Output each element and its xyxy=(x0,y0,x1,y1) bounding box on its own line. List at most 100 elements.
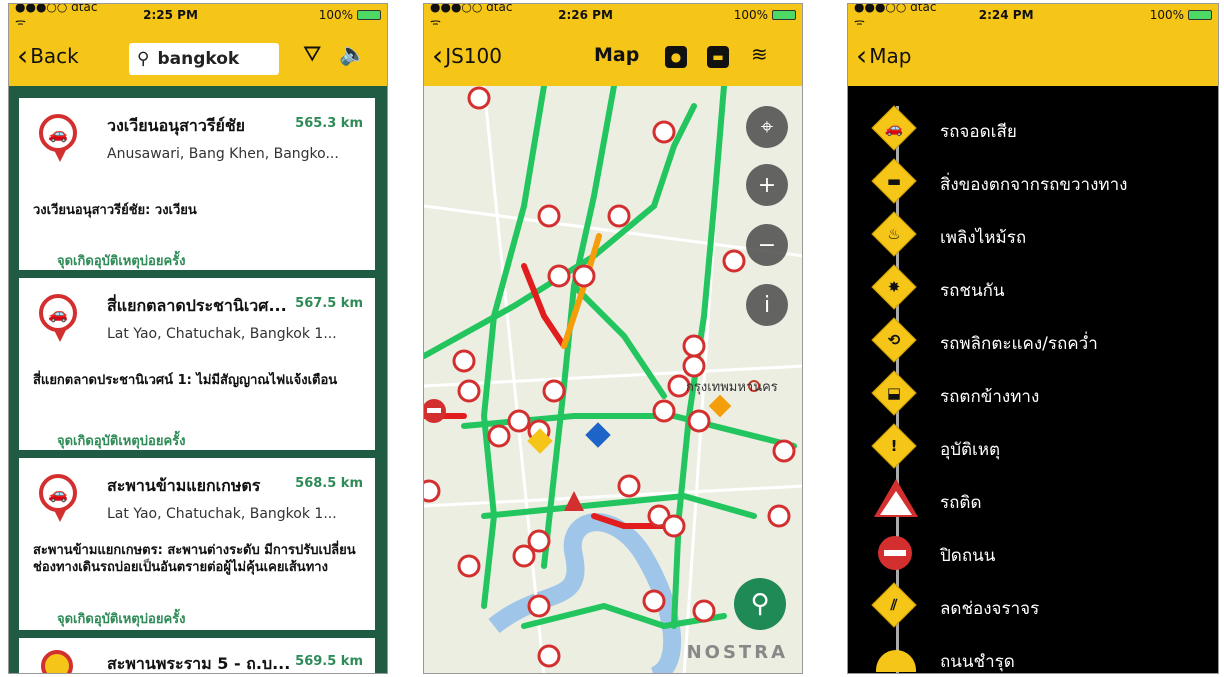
search-input[interactable]: ⚲ bangkok xyxy=(129,43,279,75)
place-label: กรุงเทพมหานคร xyxy=(686,380,778,395)
broken-car-icon: 🚗 xyxy=(39,294,77,342)
legend-item: ⟲ รถพลิกตะแคง/รถคว่ำ xyxy=(848,317,1218,368)
truck-icon[interactable]: ▬ xyxy=(707,46,729,68)
list-item[interactable]: 🚗 สะพานข้ามแยกเกษตร 568.5 km Lat Yao, Ch… xyxy=(19,458,375,630)
item-address: Lat Yao, Chatuchak, Bangkok 1... xyxy=(107,506,337,522)
back-button[interactable]: ‹ Map xyxy=(848,42,911,70)
item-title: วงเวียนอนุสาวรีย์ชัย xyxy=(107,116,246,135)
legend-item: ⫽ ลดช่องจราจร xyxy=(848,582,1218,633)
legend-label: รถพลิกตะแคง/รถคว่ำ xyxy=(940,334,1098,354)
layers-icon[interactable]: ≋ xyxy=(751,42,768,66)
filter-icon[interactable]: ⛛ xyxy=(303,42,321,67)
list-item[interactable]: 🚗 สี่แยกตลาดประชานิเวศ... 567.5 km Lat Y… xyxy=(19,278,375,450)
legend-screen: ●●●○○ dtac ᯤ 2:24 PM 100% ‹ Map 🚗 รถจอดเ… xyxy=(847,3,1219,674)
traffic-jam-marker xyxy=(564,491,584,511)
chevron-left-icon: ‹ xyxy=(432,39,444,72)
legend-label: สิ่งของตกจากรถขวางทาง xyxy=(940,175,1128,195)
legend-label: เพลิงไหม้รถ xyxy=(940,228,1027,248)
legend-item: 🚗 รถจอดเสีย xyxy=(848,105,1218,156)
legend-item: ปิดถนน xyxy=(848,530,1218,580)
nav-bar: ‹ JS100 Map ● ▬ ≋ xyxy=(424,26,802,86)
legend-label: ปิดถนน xyxy=(940,546,996,566)
accident-icon xyxy=(41,650,73,673)
clock: 2:25 PM xyxy=(143,8,198,22)
item-distance: 568.5 km xyxy=(295,476,363,491)
roadwork-marker xyxy=(708,394,732,418)
legend-label: รถจอดเสีย xyxy=(940,122,1017,142)
item-address: Anusawari, Bang Khen, Bangko... xyxy=(107,146,339,162)
item-category-link[interactable]: จุดเกิดอุบัติเหตุบ่อยครั้ง xyxy=(57,608,185,629)
legend-item: ⬓ รถตกข้างทาง xyxy=(848,370,1218,421)
search-results-screen: ●●●○○ dtac ᯤ 2:25 PM 100% ‹ Back ⚲ bangk… xyxy=(8,3,388,674)
item-address: Lat Yao, Chatuchak, Bangkok 1... xyxy=(107,326,337,342)
fire-icon[interactable]: ● xyxy=(665,46,687,68)
chevron-left-icon: ‹ xyxy=(856,39,868,72)
back-button[interactable]: ‹ Back xyxy=(9,42,79,70)
status-bar: ●●●○○ dtac ᯤ 2:25 PM 100% xyxy=(9,4,387,30)
battery-icon xyxy=(1188,10,1212,20)
traffic-flow-green xyxy=(424,86,797,630)
item-title: สะพานข้ามแยกเกษตร xyxy=(107,476,261,495)
legend-item: ✸ รถชนกัน xyxy=(848,264,1218,315)
broken-car-icon: 🚗 xyxy=(39,114,77,162)
battery-percent: 100% xyxy=(1149,8,1184,22)
legend-item: รถติด xyxy=(848,477,1218,527)
zoom-in-button[interactable]: + xyxy=(746,164,788,206)
item-category-link[interactable]: จุดเกิดอุบัติเหตุบ่อยครั้ง xyxy=(57,430,185,451)
info-button[interactable]: i xyxy=(746,284,788,326)
search-icon: ⚲ xyxy=(750,589,770,619)
car-fire-icon: ♨ xyxy=(887,225,901,243)
item-title: สะพานพระราม 5 - ถ.บ... xyxy=(107,654,291,673)
chevron-left-icon: ‹ xyxy=(17,39,29,72)
list-item[interactable]: 🚗 วงเวียนอนุสาวรีย์ชัย 565.3 km Anusawar… xyxy=(19,98,375,270)
back-button[interactable]: ‹ JS100 xyxy=(424,42,502,70)
battery-icon xyxy=(772,10,796,20)
legend-label: รถติด xyxy=(940,493,982,513)
item-description: วงเวียนอนุสาวรีย์ชัย: วงเวียน xyxy=(33,203,197,218)
back-label: Map xyxy=(869,44,912,68)
legend-item: ถนนชำรุด xyxy=(848,636,1218,673)
locate-me-button[interactable]: ⌖ xyxy=(746,106,788,148)
nav-bar: ‹ Map xyxy=(848,26,1218,86)
collision-icon: ✸ xyxy=(887,278,901,296)
legend-label: รถตกข้างทาง xyxy=(940,387,1040,407)
back-label: Back xyxy=(30,44,79,68)
search-button[interactable]: ⚲ xyxy=(734,578,786,630)
item-description: สี่แยกตลาดประชานิเวศน์ 1: ไม่มีสัญญาณไฟแ… xyxy=(33,373,338,388)
zoom-out-button[interactable]: − xyxy=(746,224,788,266)
speaker-icon[interactable]: 🔈 xyxy=(339,42,366,67)
damaged-road-icon xyxy=(876,650,916,672)
battery-icon xyxy=(357,10,381,20)
broken-car-icon: 🚗 xyxy=(39,474,77,522)
legend-item: ▬ สิ่งของตกจากรถขวางทาง xyxy=(848,158,1218,209)
legend-label: อุบัติเหตุ xyxy=(940,440,1001,460)
list-item[interactable]: สะพานพระราม 5 - ถ.บ... 569.5 km xyxy=(19,638,375,673)
item-distance: 569.5 km xyxy=(295,654,363,669)
clock: 2:24 PM xyxy=(978,8,1034,22)
back-label: JS100 xyxy=(445,44,502,68)
overturned-car-icon: ⟲ xyxy=(887,331,901,349)
fallen-object-icon: ▬ xyxy=(886,172,902,190)
item-description: สะพานข้ามแยกเกษตร: สะพานต่างระดับ มีการป… xyxy=(33,543,356,575)
legend-label: ถนนชำรุด xyxy=(940,652,1015,672)
info-marker xyxy=(585,422,611,448)
off-road-car-icon: ⬓ xyxy=(886,384,902,402)
legend-item: ! อุบัติเหตุ xyxy=(848,423,1218,474)
broken-car-icon: 🚗 xyxy=(884,119,904,137)
map-watermark: NOSTRA xyxy=(686,642,788,663)
status-bar: ●●●○○ dtac ᯤ 2:26 PM 100% xyxy=(424,4,802,30)
item-category-link[interactable]: จุดเกิดอุบัติเหตุบ่อยครั้ง xyxy=(57,250,185,271)
battery-percent: 100% xyxy=(318,8,353,22)
map-view[interactable]: กรุงเทพมหานคร ⌖ + − i ⚲ NOSTRA xyxy=(424,86,802,673)
search-icon: ⚲ xyxy=(137,49,150,69)
nav-bar: ‹ Back ⚲ bangkok ⛛ 🔈 xyxy=(9,26,387,86)
battery-percent: 100% xyxy=(733,8,768,22)
item-title: สี่แยกตลาดประชานิเวศ... xyxy=(107,296,287,315)
legend-item: ♨ เพลิงไหม้รถ xyxy=(848,211,1218,262)
clock: 2:26 PM xyxy=(558,8,613,22)
status-bar: ●●●○○ dtac ᯤ 2:24 PM 100% xyxy=(848,4,1218,30)
page-title: Map xyxy=(594,44,640,66)
legend-label: ลดช่องจราจร xyxy=(940,599,1040,619)
legend-label: รถชนกัน xyxy=(940,281,1005,301)
accident-icon: ! xyxy=(890,437,898,455)
